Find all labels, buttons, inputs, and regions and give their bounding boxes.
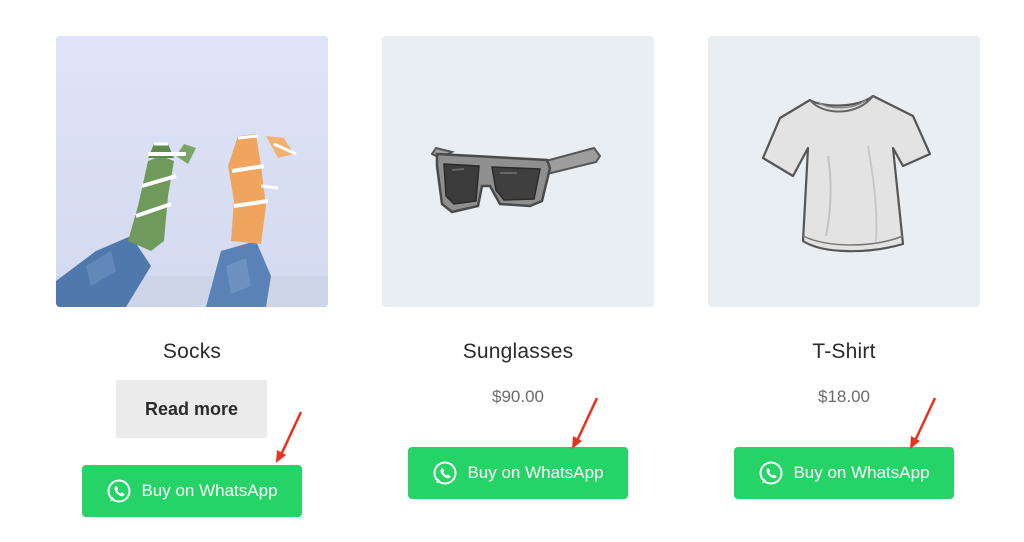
annotation-arrow-icon xyxy=(274,410,304,465)
whatsapp-button-label: Buy on WhatsApp xyxy=(793,463,930,482)
product-image-sunglasses[interactable] xyxy=(382,36,654,307)
whatsapp-icon xyxy=(432,460,458,486)
buy-on-whatsapp-button[interactable]: Buy on WhatsApp xyxy=(734,447,954,499)
product-image-t-shirt[interactable] xyxy=(708,36,980,307)
whatsapp-button-label: Buy on WhatsApp xyxy=(467,463,604,482)
sunglasses-icon xyxy=(382,36,654,307)
annotation-arrow-icon xyxy=(908,396,938,451)
product-price: $18.00 xyxy=(818,387,870,406)
whatsapp-button-label: Buy on WhatsApp xyxy=(141,481,278,500)
buy-on-whatsapp-button[interactable]: Buy on WhatsApp xyxy=(408,447,628,499)
socks-photo-icon xyxy=(56,36,328,307)
whatsapp-icon xyxy=(758,460,784,486)
annotation-arrow-icon xyxy=(570,396,600,451)
product-image-socks[interactable] xyxy=(56,36,328,307)
whatsapp-icon xyxy=(106,478,132,504)
product-title[interactable]: T-Shirt xyxy=(708,340,980,364)
product-title[interactable]: Sunglasses xyxy=(382,340,654,364)
t-shirt-icon xyxy=(708,36,980,307)
product-title[interactable]: Socks xyxy=(56,340,328,364)
product-price: $90.00 xyxy=(492,387,544,406)
buy-on-whatsapp-button[interactable]: Buy on WhatsApp xyxy=(82,465,302,517)
read-more-button[interactable]: Read more xyxy=(116,380,267,438)
